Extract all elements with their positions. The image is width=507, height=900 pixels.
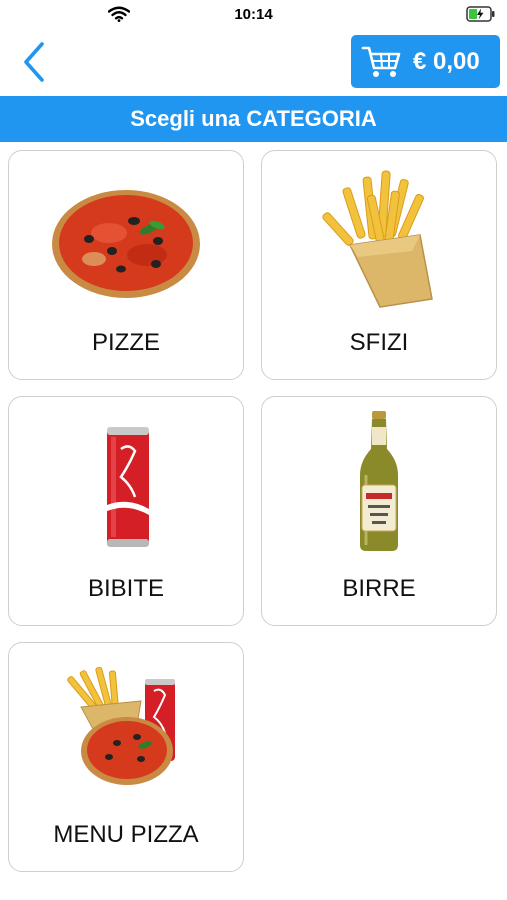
status-bar: 10:14 [0, 0, 507, 30]
french-fries-icon [322, 170, 433, 308]
pizza-combo-icon [67, 666, 175, 785]
back-button[interactable] [20, 40, 54, 84]
category-label: BIRRE [342, 575, 416, 602]
category-tile-menu-pizza[interactable]: MENU PIZZA [8, 642, 244, 872]
category-label: BIBITE [87, 575, 165, 602]
pizza-icon [52, 190, 200, 298]
category-header: Scegli una CATEGORIA [0, 96, 507, 142]
beer-bottle-icon [360, 411, 398, 551]
cart-icon [361, 46, 401, 77]
category-label: PIZZE [91, 329, 160, 356]
cart-button[interactable]: € 0,00 [351, 35, 500, 88]
category-tile-birre[interactable]: BIRRE [261, 396, 497, 626]
chevron-left-icon [24, 42, 44, 82]
battery-charging-icon [466, 6, 495, 22]
category-tile-bibite[interactable]: BIBITE [8, 396, 244, 626]
status-time: 10:14 [234, 6, 273, 23]
category-tile-sfizi[interactable]: SFIZI [261, 150, 497, 380]
category-label: MENU PIZZA [53, 821, 199, 848]
category-label: SFIZI [349, 329, 409, 356]
cola-can-icon [107, 427, 149, 547]
category-tile-pizze[interactable]: PIZZE [8, 150, 244, 380]
cart-total: € 0,00 [413, 48, 480, 75]
